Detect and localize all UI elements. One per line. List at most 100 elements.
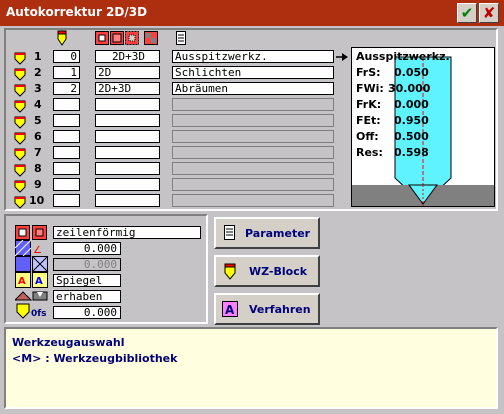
param-label: FWi: — [356, 82, 384, 95]
wz-block-label: WZ-Block — [249, 265, 308, 278]
param-label: Res: — [356, 146, 383, 159]
pencil-tool-icon — [14, 98, 26, 113]
mode-field[interactable] — [95, 114, 160, 127]
pencil-tool-icon — [14, 162, 26, 177]
row-number: 4 — [34, 98, 42, 111]
tool-number-field[interactable] — [53, 178, 80, 191]
param-label: FrK: — [356, 98, 382, 111]
mode-field[interactable] — [95, 146, 160, 159]
tool-name-field[interactable]: Schlichten — [172, 66, 334, 79]
info-panel: Werkzeugauswahl <M> : Werkzeugbibliothek — [4, 327, 498, 409]
pencil-tool-icon — [14, 130, 26, 145]
angle-field[interactable]: 0.000 — [53, 242, 121, 255]
pencil-tool-icon — [14, 82, 26, 97]
document-icon — [176, 31, 186, 45]
tool-name-field[interactable] — [172, 146, 334, 159]
tool-name-field[interactable] — [172, 178, 334, 191]
row-number: 6 — [34, 130, 42, 143]
ok-button[interactable]: ✔ — [457, 3, 477, 23]
row-number: 9 — [34, 178, 42, 191]
mode-field[interactable]: 2D+3D — [95, 50, 160, 63]
parameter-label: Parameter — [245, 227, 311, 240]
checkered-icon[interactable] — [144, 31, 158, 45]
pattern-field[interactable]: zeilenförmig — [53, 226, 201, 239]
param-value: 30.000 — [388, 82, 431, 95]
detail-title: Ausspitzwerkz. — [356, 50, 450, 63]
tool-number-field[interactable] — [53, 162, 80, 175]
tool-number-field[interactable]: 1 — [53, 66, 80, 79]
title-bar: Autokorrektur 2D/3D ✔ ✘ — [0, 0, 504, 26]
info-hint: <M> : Werkzeugbibliothek — [12, 352, 178, 365]
mode-field[interactable] — [95, 98, 160, 111]
svg-text:0fs: 0fs — [31, 309, 47, 319]
verfahren-label: Verfahren — [249, 303, 311, 316]
offset-icon: 0fs — [16, 303, 47, 319]
pencil-tool-icon — [14, 66, 26, 81]
process-icon: A — [222, 301, 238, 317]
param-value: 0.000 — [394, 98, 429, 111]
offset-field[interactable]: 0.000 — [53, 306, 121, 319]
window-title: Autokorrektur 2D/3D — [6, 5, 148, 19]
param-label: FrS: — [356, 66, 381, 79]
tool-detail-panel: Ausspitzwerkz. FrS: 0.050 FWi: 30.000 Fr… — [351, 47, 495, 207]
close-icon: ✘ — [482, 4, 496, 22]
mode-field[interactable] — [95, 194, 160, 207]
row-number: 7 — [34, 146, 42, 159]
tool-name-field[interactable] — [172, 162, 334, 175]
raised-field[interactable]: erhaben — [53, 290, 121, 303]
tool-number-field[interactable] — [53, 98, 80, 111]
param-value: 0.050 — [394, 66, 429, 79]
tool-name-field[interactable] — [172, 114, 334, 127]
mode-field[interactable]: 2D — [95, 66, 160, 79]
row-number: 1 — [34, 50, 42, 63]
autokorrektur-window: Autokorrektur 2D/3D ✔ ✘ 1 0 2D+3D Ausspi… — [0, 0, 504, 414]
param-label: FEt: — [356, 114, 381, 127]
tool-number-field[interactable] — [53, 114, 80, 127]
mirror-icon: A A — [15, 272, 48, 288]
frame-icon[interactable] — [95, 31, 109, 45]
crosshatch-icon — [15, 256, 49, 272]
tool-number-field[interactable] — [53, 130, 80, 143]
mode-field[interactable] — [95, 178, 160, 191]
pencil-tool-icon — [14, 50, 26, 65]
parameter-button[interactable]: Parameter — [214, 217, 320, 249]
svg-text:A: A — [35, 276, 43, 287]
tool-name-field[interactable]: Abräumen — [172, 82, 334, 95]
verfahren-button[interactable]: A Verfahren — [214, 293, 320, 325]
row-number: 8 — [34, 162, 42, 175]
param-value: 0.598 — [394, 146, 429, 159]
tool-name-field[interactable]: Ausspitzwerkz. — [172, 50, 334, 63]
tool-number-field[interactable] — [53, 194, 80, 207]
dotted-frame-icon[interactable] — [125, 31, 139, 45]
document-icon — [224, 225, 235, 240]
param-label: Off: — [356, 130, 379, 143]
wz-block-button[interactable]: WZ-Block — [214, 255, 320, 287]
raised-icon — [15, 291, 48, 301]
row-number: 2 — [34, 66, 42, 79]
frame-icon-2[interactable] — [110, 31, 124, 45]
pencil-tool-icon — [14, 114, 26, 129]
row-number: 3 — [34, 82, 42, 95]
row-number: 5 — [34, 114, 42, 127]
arrow-right-icon — [336, 53, 348, 61]
pencil-tool-icon — [14, 146, 26, 161]
row-number: 10 — [29, 194, 45, 207]
tool-name-field[interactable] — [172, 194, 334, 207]
mode-field[interactable]: 2D+3D — [95, 82, 160, 95]
close-button[interactable]: ✘ — [479, 3, 499, 23]
pencil-tool-icon — [14, 194, 26, 209]
tool-number-field[interactable] — [53, 146, 80, 159]
tool-number-field[interactable]: 2 — [53, 82, 80, 95]
svg-text:∠: ∠ — [33, 245, 42, 256]
mode-field[interactable] — [95, 130, 160, 143]
param-value: 0.950 — [394, 114, 429, 127]
tool-name-field[interactable] — [172, 130, 334, 143]
mirror-field[interactable]: Spiegel — [53, 274, 121, 287]
tool-name-field[interactable] — [172, 98, 334, 111]
tool-number-field[interactable]: 0 — [53, 50, 80, 63]
mode-field[interactable] — [95, 162, 160, 175]
tool-pencil-icon — [224, 263, 236, 280]
info-title: Werkzeugauswahl — [12, 336, 125, 349]
angle-hatch-icon: ∠ — [15, 240, 42, 256]
secondary-value-field: 0.000 — [53, 258, 121, 271]
